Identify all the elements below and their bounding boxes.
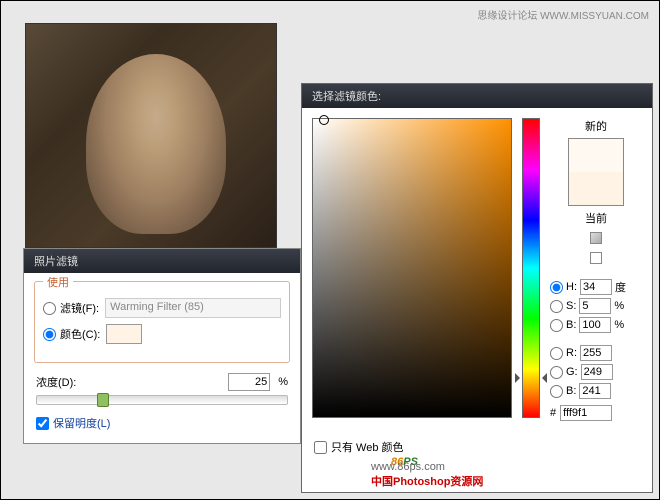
watermark-text: www.86ps.com 中国Photoshop资源网	[371, 461, 483, 489]
use-legend: 使用	[43, 274, 73, 290]
input-h[interactable]	[580, 279, 612, 295]
hex-input[interactable]	[560, 405, 612, 421]
label-b: B:	[566, 319, 576, 331]
input-s[interactable]	[579, 298, 611, 314]
sv-cursor[interactable]	[319, 115, 329, 125]
color-picker-dialog: 选择滤镜颜色: 新的 当前 H: 度 S:% B:% R: G:	[301, 83, 653, 493]
color-swatch[interactable]	[106, 324, 142, 344]
current-label: 当前	[550, 210, 642, 226]
tiny-swatch-icon[interactable]	[590, 252, 602, 264]
preserve-label: 保留明度(L)	[53, 415, 110, 431]
color-radio-label[interactable]: 颜色(C):	[43, 326, 100, 342]
label-r: R:	[566, 347, 577, 359]
density-row: 浓度(D): %	[36, 373, 288, 391]
filter-label-text: 滤镜(F):	[60, 300, 99, 316]
color-radio[interactable]	[43, 328, 56, 341]
radio-b2[interactable]	[550, 385, 563, 398]
watermark-topbar: 思缘设计论坛 WWW.MISSYUAN.COM	[477, 7, 649, 22]
photo-filter-panel: 照片滤镜 使用 滤镜(F): Warming Filter (85) 颜色(C)…	[23, 248, 301, 444]
radio-r[interactable]	[550, 347, 563, 360]
preserve-luminosity-checkbox[interactable]	[36, 417, 49, 430]
label-s: S:	[566, 300, 576, 312]
panel-title: 照片滤镜	[24, 249, 300, 273]
density-label: 浓度(D):	[36, 374, 76, 390]
hue-pointer-right[interactable]	[537, 373, 547, 383]
radio-g[interactable]	[550, 366, 563, 379]
input-b[interactable]	[579, 317, 611, 333]
unit-b: %	[614, 319, 624, 331]
unit-h: 度	[615, 279, 626, 295]
unit-s: %	[614, 300, 624, 312]
color-label-text: 颜色(C):	[60, 326, 100, 342]
density-unit: %	[278, 376, 288, 388]
color-fields: H: 度 S:% B:% R: G: B: #	[550, 276, 642, 421]
radio-b[interactable]	[550, 319, 563, 332]
input-b2[interactable]	[579, 383, 611, 399]
input-g[interactable]	[581, 364, 613, 380]
label-b2: B:	[566, 385, 576, 397]
filter-radio-label[interactable]: 滤镜(F):	[43, 300, 99, 316]
saturation-value-field[interactable]	[312, 118, 512, 418]
hue-pointer-left[interactable]	[515, 373, 525, 383]
swatch-current	[569, 172, 623, 205]
filter-radio[interactable]	[43, 302, 56, 315]
swatch-new	[569, 139, 623, 172]
density-input[interactable]	[228, 373, 270, 391]
swatch-compare	[568, 138, 624, 206]
hex-prefix: #	[550, 407, 556, 419]
radio-h[interactable]	[550, 281, 563, 294]
slider-thumb[interactable]	[97, 393, 109, 407]
density-slider[interactable]	[36, 395, 288, 405]
filter-select[interactable]: Warming Filter (85)	[105, 298, 281, 318]
input-r[interactable]	[580, 345, 612, 361]
color-picker-title: 选择滤镜颜色:	[302, 84, 652, 108]
hue-slider[interactable]	[522, 118, 540, 418]
label-g: G:	[566, 366, 578, 378]
cube-icon[interactable]	[590, 232, 602, 244]
new-label: 新的	[550, 118, 642, 134]
use-group: 使用 滤镜(F): Warming Filter (85) 颜色(C):	[34, 281, 290, 363]
preview-photo	[25, 23, 277, 248]
radio-s[interactable]	[550, 300, 563, 313]
web-only-checkbox[interactable]	[314, 441, 327, 454]
label-h: H:	[566, 281, 577, 293]
